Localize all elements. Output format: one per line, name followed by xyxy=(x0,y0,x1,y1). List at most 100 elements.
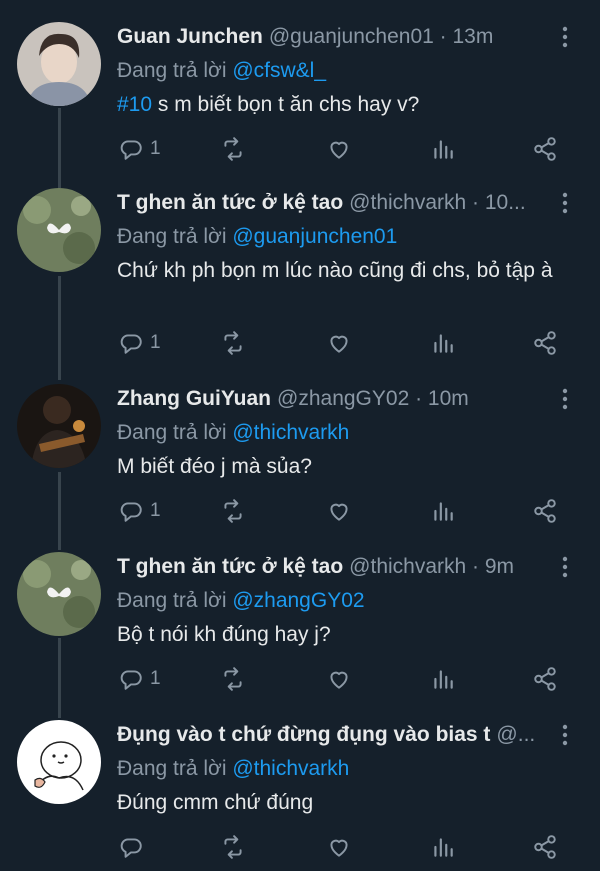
like-button[interactable] xyxy=(326,830,352,864)
reply-count: 1 xyxy=(150,500,161,521)
tweet[interactable]: T ghen ăn tức ở kệ tao @thichvarkh · 10..… xyxy=(0,188,600,372)
reply-button[interactable]: 1 xyxy=(118,132,161,166)
more-icon[interactable] xyxy=(556,552,574,582)
reply-mention[interactable]: @zhangGY02 xyxy=(232,589,364,612)
reply-context: Đang trả lời @zhangGY02 xyxy=(117,586,365,616)
share-icon xyxy=(534,137,556,161)
like-icon xyxy=(330,503,348,521)
tweet[interactable]: Zhang GuiYuan @zhangGY02 · 10m Đang trả l… xyxy=(0,384,600,544)
share-button[interactable] xyxy=(532,326,558,360)
reply-icon xyxy=(120,334,142,354)
more-icon[interactable] xyxy=(556,720,574,750)
hashtag-link[interactable]: #10 xyxy=(117,93,152,116)
reply-context: Đang trả lời @guanjunchen01 xyxy=(117,222,397,252)
reply-mention[interactable]: @thichvarkh xyxy=(232,757,349,780)
tweet-header: Đụng vào t chứ đừng đụng vào bias t @... xyxy=(117,720,557,750)
views-button[interactable] xyxy=(430,494,456,528)
reply-prefix: Đang trả lời xyxy=(117,421,227,444)
avatar[interactable] xyxy=(17,384,101,468)
tweet[interactable]: T ghen ăn tức ở kệ tao @thichvarkh · 9m Đ… xyxy=(0,552,600,712)
action-bar: 1 xyxy=(0,326,600,360)
like-icon xyxy=(330,335,348,353)
reply-count: 1 xyxy=(150,668,161,689)
handle-time: @guanjunchen01 · 13m xyxy=(268,25,494,48)
avatar[interactable] xyxy=(17,188,101,272)
views-icon xyxy=(434,140,453,159)
reply-context: Đang trả lời @cfsw&l_ xyxy=(117,56,326,86)
display-name[interactable]: T ghen ăn tức ở kệ tao xyxy=(117,555,343,578)
reply-button[interactable]: 1 xyxy=(118,662,161,696)
retweet-button[interactable] xyxy=(220,132,246,166)
share-button[interactable] xyxy=(532,830,558,864)
avatar[interactable] xyxy=(17,552,101,636)
like-icon xyxy=(330,671,348,689)
share-button[interactable] xyxy=(532,494,558,528)
like-icon xyxy=(330,839,348,857)
more-icon[interactable] xyxy=(556,188,574,218)
display-name[interactable]: Đụng vào t chứ đừng đụng vào bias t xyxy=(117,723,490,746)
tweet-header: Zhang GuiYuan @zhangGY02 · 10m xyxy=(117,384,557,414)
views-button[interactable] xyxy=(430,830,456,864)
reply-prefix: Đang trả lời xyxy=(117,59,227,82)
reply-icon xyxy=(120,838,142,858)
views-icon xyxy=(434,670,453,689)
views-button[interactable] xyxy=(430,662,456,696)
reply-prefix: Đang trả lời xyxy=(117,757,227,780)
tweet-text: Bộ t nói kh đúng hay j? xyxy=(117,623,331,646)
more-icon[interactable] xyxy=(556,384,574,414)
reply-icon xyxy=(120,670,142,690)
reply-mention[interactable]: @guanjunchen01 xyxy=(232,225,397,248)
avatar[interactable] xyxy=(17,22,101,106)
more-icon[interactable] xyxy=(556,22,574,52)
retweet-icon xyxy=(224,667,242,691)
tweet-header: T ghen ăn tức ở kệ tao @thichvarkh · 9m xyxy=(117,552,557,582)
tweet-text-content: s m biết bọn t ăn chs hay v? xyxy=(152,93,420,116)
reply-mention[interactable]: @thichvarkh xyxy=(232,421,349,444)
reply-button[interactable]: 1 xyxy=(118,494,161,528)
like-button[interactable] xyxy=(326,326,352,360)
share-icon xyxy=(534,331,556,355)
tweet[interactable]: Đụng vào t chứ đừng đụng vào bias t @... … xyxy=(0,720,600,871)
reply-icon xyxy=(120,502,142,522)
retweet-button[interactable] xyxy=(220,494,246,528)
share-icon xyxy=(534,835,556,859)
share-icon xyxy=(534,667,556,691)
action-bar xyxy=(0,830,600,864)
retweet-icon xyxy=(224,835,242,859)
like-button[interactable] xyxy=(326,662,352,696)
handle-time: @thichvarkh · 10... xyxy=(349,191,526,214)
views-icon xyxy=(434,502,453,521)
share-button[interactable] xyxy=(532,132,558,166)
tweet-header: Guan Junchen @guanjunchen01 · 13m xyxy=(117,22,557,52)
views-button[interactable] xyxy=(430,132,456,166)
retweet-icon xyxy=(224,499,242,523)
reply-context: Đang trả lời @thichvarkh xyxy=(117,418,349,448)
avatar[interactable] xyxy=(17,720,101,804)
like-button[interactable] xyxy=(326,132,352,166)
handle-time: @... xyxy=(496,723,536,746)
display-name[interactable]: Zhang GuiYuan xyxy=(117,387,271,410)
reply-button[interactable]: 1 xyxy=(118,326,161,360)
views-icon xyxy=(434,838,453,857)
share-icon xyxy=(534,499,556,523)
reply-button[interactable] xyxy=(118,830,144,864)
tweet-text: #10 s m biết bọn t ăn chs hay v? xyxy=(117,90,587,120)
display-name[interactable]: T ghen ăn tức ở kệ tao xyxy=(117,191,343,214)
reply-icon xyxy=(120,140,142,160)
retweet-button[interactable] xyxy=(220,662,246,696)
retweet-icon xyxy=(224,331,242,355)
retweet-button[interactable] xyxy=(220,830,246,864)
action-bar: 1 xyxy=(0,494,600,528)
reply-count: 1 xyxy=(150,332,161,353)
views-icon xyxy=(434,334,453,353)
display-name[interactable]: Guan Junchen xyxy=(117,25,263,48)
views-button[interactable] xyxy=(430,326,456,360)
reply-prefix: Đang trả lời xyxy=(117,225,227,248)
handle-time: @zhangGY02 · 10m xyxy=(277,387,469,410)
retweet-button[interactable] xyxy=(220,326,246,360)
like-button[interactable] xyxy=(326,494,352,528)
reply-mention[interactable]: @cfsw&l_ xyxy=(232,59,326,82)
share-button[interactable] xyxy=(532,662,558,696)
tweet[interactable]: Guan Junchen @guanjunchen01 · 13m Đang tr… xyxy=(0,22,600,182)
action-bar: 1 xyxy=(0,132,600,166)
